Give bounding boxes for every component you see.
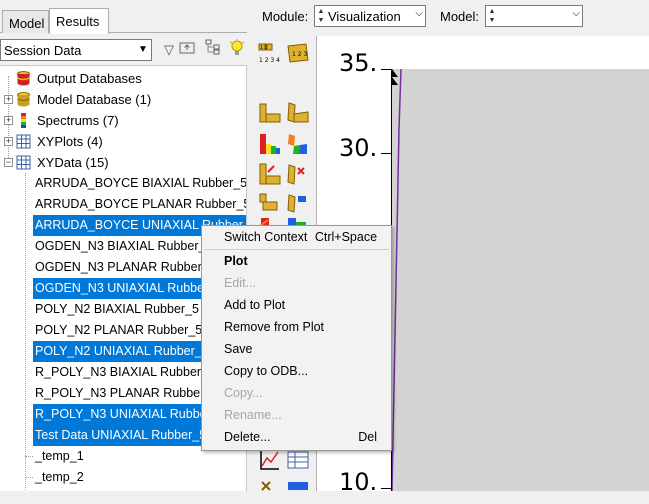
model-label: Model: <box>440 9 480 24</box>
xy-curve <box>392 69 402 491</box>
tree-node-label: Output Databases <box>37 71 142 86</box>
render-shape-icon[interactable] <box>258 100 282 124</box>
list-item[interactable]: R_POLY_N3 PLANAR Rubber_5 <box>33 383 220 404</box>
xy-data-manager-icon[interactable] <box>286 448 310 472</box>
menu-item-remove-from-plot[interactable]: Remove from Plot <box>202 317 391 339</box>
menu-separator <box>204 249 389 250</box>
y-tick-label: 30. <box>339 134 378 162</box>
y-tick-mark <box>381 488 391 489</box>
module-toolbar: Module: ▲ ▼ Visualization ⌵ Model: ▲ ▼ ⌵ <box>252 0 649 32</box>
list-item[interactable]: OGDEN_N3 UNIAXIAL Rubber_5 <box>33 278 225 299</box>
expand-plus-icon[interactable]: + <box>4 137 13 146</box>
session-data-select[interactable]: Session Data ▼ <box>0 39 152 61</box>
plot-deformed-icon[interactable]: 1 2 3 <box>286 42 310 66</box>
spectrum-icon <box>16 113 31 128</box>
list-item[interactable]: POLY_N2 BIAXIAL Rubber_5 <box>33 299 201 320</box>
grid-table-icon <box>16 134 31 149</box>
material-orientation-icon[interactable] <box>286 162 310 186</box>
list-item[interactable]: OGDEN_N3 BIAXIAL Rubber_5 <box>33 236 214 257</box>
menu-item-plot[interactable]: Plot <box>202 251 391 273</box>
module-value: Visualization <box>328 9 401 24</box>
session-toolbar: Session Data ▼ ▽ <box>0 38 247 62</box>
y-tick-mark <box>381 153 391 154</box>
grid-table-icon <box>16 155 31 170</box>
plot-multiple-icon[interactable] <box>258 192 282 216</box>
menu-item-copy: Copy... <box>224 386 263 400</box>
menu-item-add-to-plot[interactable]: Add to Plot <box>202 295 391 317</box>
list-item[interactable]: OGDEN_N3 PLANAR Rubber_5 <box>33 257 218 278</box>
menu-item-shortcut: Del <box>358 430 377 444</box>
tree-node-label: XYPlots (4) <box>37 134 103 149</box>
list-item[interactable]: POLY_N2 PLANAR Rubber_5 <box>33 320 204 341</box>
list-item[interactable]: R_POLY_N3 BIAXIAL Rubber_5 <box>33 362 217 383</box>
list-item[interactable]: ARRUDA_BOYCE BIAXIAL Rubber_5 <box>33 173 246 194</box>
list-item[interactable]: _temp_2 <box>33 467 86 488</box>
tool-misc-icon[interactable] <box>258 480 282 504</box>
symbol-plot-icon[interactable] <box>258 162 282 186</box>
tab-model[interactable]: Model <box>2 10 49 33</box>
y-tick-mark <box>381 69 391 70</box>
svg-text:1 2 3: 1 2 3 <box>292 51 307 58</box>
svg-text:1 2 3 4: 1 2 3 4 <box>259 57 280 64</box>
spinner-icon: ▲ ▼ <box>488 8 496 24</box>
tab-results[interactable]: Results <box>49 8 109 34</box>
plot-undeformed-icon[interactable]: 1 2 1 2 3 4 <box>258 42 282 66</box>
list-item[interactable]: Test Data UNIAXIAL Rubber_5 <box>33 425 209 446</box>
tree-node-label: Spectrums (7) <box>37 113 119 128</box>
menu-item-copy-to-odb[interactable]: Copy to ODB... <box>202 361 391 383</box>
lightbulb-icon[interactable] <box>226 39 248 61</box>
menu-item-label: Switch Context <box>224 230 308 244</box>
tree-node-label: XYData (15) <box>37 155 109 170</box>
expand-plus-icon[interactable]: + <box>4 116 13 125</box>
panel-tabs: Model Results <box>0 8 247 34</box>
tree-node-label: Model Database (1) <box>37 92 152 107</box>
menu-item-edit: Edit... <box>224 276 256 290</box>
create-xy-data-icon[interactable] <box>258 448 282 472</box>
database-icon <box>16 92 31 107</box>
menu-item-save[interactable]: Save <box>202 339 391 361</box>
chevron-down-icon: ⌵ <box>415 8 423 19</box>
database-icon <box>16 71 31 86</box>
menu-item-delete[interactable]: Delete... Del <box>202 427 391 449</box>
chevron-down-icon: ⌵ <box>572 8 580 19</box>
menu-item-label: Delete... <box>224 430 271 444</box>
list-item[interactable]: ARRUDA_BOYCE PLANAR Rubber_5 <box>33 194 246 215</box>
list-item[interactable]: POLY_N2 UNIAXIAL Rubber_5 <box>33 341 211 362</box>
axis-arrow-icon <box>392 77 398 85</box>
tool-misc-2-icon[interactable] <box>286 480 310 504</box>
folder-up-icon[interactable] <box>176 39 198 61</box>
y-tick-label: 35. <box>339 49 378 77</box>
collapse-minus-icon[interactable]: − <box>4 158 13 167</box>
tree-structure-icon[interactable] <box>202 39 224 61</box>
animate-icon[interactable] <box>286 192 310 216</box>
chevron-down-icon: ▼ <box>138 44 148 55</box>
plot-area[interactable] <box>391 69 649 491</box>
axis-arrow-icon <box>392 69 398 77</box>
expand-plus-icon[interactable]: + <box>4 95 13 104</box>
module-select[interactable]: ▲ ▼ Visualization ⌵ <box>314 5 426 27</box>
model-select[interactable]: ▲ ▼ ⌵ <box>485 5 583 27</box>
svg-text:1 2: 1 2 <box>260 45 268 51</box>
render-deformed-shape-icon[interactable] <box>286 100 310 124</box>
menu-item-shortcut: Ctrl+Space <box>314 230 378 244</box>
list-item[interactable]: R_POLY_N3 UNIAXIAL Rubber_5 <box>33 404 227 425</box>
spinner-icon: ▲ ▼ <box>317 8 325 24</box>
context-menu: Switch Context Ctrl+Space Plot Edit... A… <box>201 225 392 451</box>
y-tick-label: 10. <box>339 468 378 496</box>
contour-deformed-icon[interactable] <box>286 132 310 156</box>
module-label: Module: <box>262 9 309 24</box>
list-item[interactable]: _temp_1 <box>33 446 86 467</box>
session-data-value: Session Data <box>4 43 82 58</box>
menu-item-rename: Rename... <box>224 408 282 422</box>
contour-plot-icon[interactable] <box>258 132 282 156</box>
menu-item-switch-context[interactable]: Switch Context Ctrl+Space <box>202 227 391 249</box>
